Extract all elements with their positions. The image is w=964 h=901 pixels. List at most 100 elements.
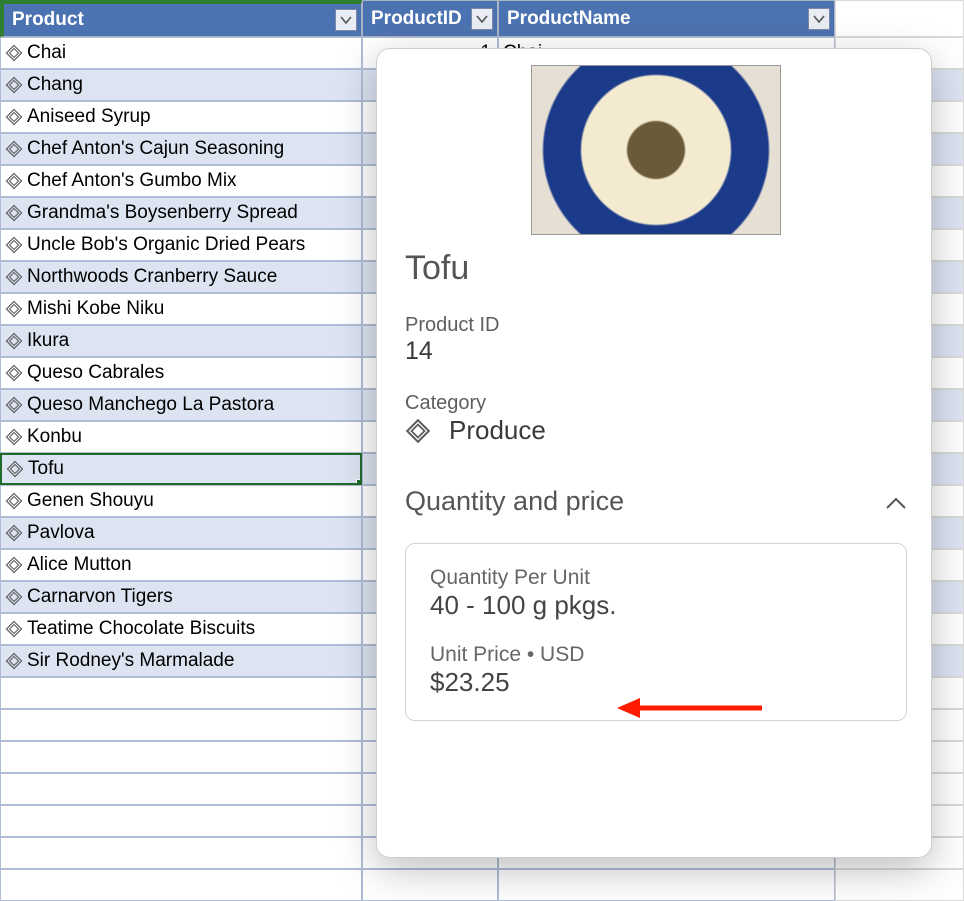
cell-product[interactable]: Tofu — [0, 453, 362, 485]
product-name: Ikura — [27, 330, 69, 352]
cell-product[interactable] — [0, 837, 362, 869]
datatype-icon — [5, 108, 23, 126]
cell-product[interactable]: Genen Shouyu — [0, 485, 362, 517]
datatype-icon — [6, 460, 24, 478]
card-title: Tofu — [405, 249, 907, 288]
datatype-icon — [405, 418, 431, 444]
product-name: Chang — [27, 74, 83, 96]
product-name: Grandma's Boysenberry Spread — [27, 202, 298, 224]
chevron-up-icon[interactable] — [885, 486, 907, 517]
product-name: Queso Manchego La Pastora — [27, 394, 274, 416]
datatype-icon — [5, 556, 23, 574]
cell-product[interactable] — [0, 741, 362, 773]
cell-product[interactable]: Chai — [0, 37, 362, 69]
datatype-icon — [5, 172, 23, 190]
datatype-icon — [5, 652, 23, 670]
data-type-card[interactable]: Tofu Product ID 14 Category Produce Quan… — [376, 48, 932, 858]
section-box: Quantity Per Unit 40 - 100 g pkgs. Unit … — [405, 543, 907, 721]
selection-fill-handle[interactable] — [356, 479, 362, 485]
cell-product[interactable]: Uncle Bob's Organic Dried Pears — [0, 229, 362, 261]
product-name: Chef Anton's Gumbo Mix — [27, 170, 237, 192]
filter-dropdown-icon[interactable] — [471, 8, 493, 30]
product-name: Pavlova — [27, 522, 95, 544]
datatype-icon — [5, 364, 23, 382]
product-name: Tofu — [28, 458, 64, 480]
category-value: Produce — [449, 415, 546, 446]
qpu-value: 40 - 100 g pkgs. — [430, 590, 882, 621]
cell-product[interactable]: Chef Anton's Gumbo Mix — [0, 165, 362, 197]
cell-product[interactable]: Queso Cabrales — [0, 357, 362, 389]
header-product-label: Product — [12, 9, 84, 31]
header-blank — [835, 0, 964, 37]
cell-product[interactable] — [0, 869, 362, 901]
cell-product[interactable]: Pavlova — [0, 517, 362, 549]
cell-product[interactable]: Alice Mutton — [0, 549, 362, 581]
product-name: Chef Anton's Cajun Seasoning — [27, 138, 284, 160]
datatype-icon — [5, 140, 23, 158]
cell-product[interactable]: Chef Anton's Cajun Seasoning — [0, 133, 362, 165]
datatype-icon — [5, 620, 23, 638]
cell-product[interactable]: Ikura — [0, 325, 362, 357]
cell-product[interactable]: Mishi Kobe Niku — [0, 293, 362, 325]
product-name: Genen Shouyu — [27, 490, 154, 512]
cell-productid[interactable] — [362, 869, 498, 901]
product-name: Chai — [27, 42, 66, 64]
datatype-icon — [5, 76, 23, 94]
product-id-label: Product ID — [405, 314, 907, 337]
datatype-icon — [5, 332, 23, 350]
datatype-icon — [5, 588, 23, 606]
category-label: Category — [405, 392, 907, 415]
table-header-row: Product ProductID ProductName — [0, 0, 964, 37]
filter-dropdown-icon[interactable] — [808, 8, 830, 30]
datatype-icon — [5, 428, 23, 446]
cell-productname[interactable] — [498, 869, 835, 901]
product-name: Carnarvon Tigers — [27, 586, 173, 608]
product-name: Aniseed Syrup — [27, 106, 151, 128]
datatype-icon — [5, 44, 23, 62]
header-product[interactable]: Product — [0, 0, 362, 37]
datatype-icon — [5, 492, 23, 510]
cell-product[interactable] — [0, 805, 362, 837]
product-id-value: 14 — [405, 337, 907, 366]
datatype-icon — [5, 524, 23, 542]
cell-product[interactable]: Grandma's Boysenberry Spread — [0, 197, 362, 229]
cell-product[interactable]: Teatime Chocolate Biscuits — [0, 613, 362, 645]
datatype-icon — [5, 204, 23, 222]
cell-product[interactable] — [0, 677, 362, 709]
header-productname[interactable]: ProductName — [498, 0, 835, 37]
cell-product[interactable]: Chang — [0, 69, 362, 101]
cell-blank[interactable] — [835, 869, 964, 901]
product-name: Northwoods Cranberry Sauce — [27, 266, 277, 288]
qpu-label: Quantity Per Unit — [430, 566, 882, 590]
cell-product[interactable]: Carnarvon Tigers — [0, 581, 362, 613]
cell-product[interactable]: Sir Rodney's Marmalade — [0, 645, 362, 677]
cell-product[interactable]: Aniseed Syrup — [0, 101, 362, 133]
product-name: Queso Cabrales — [27, 362, 164, 384]
cell-product[interactable] — [0, 709, 362, 741]
product-name: Uncle Bob's Organic Dried Pears — [27, 234, 305, 256]
datatype-icon — [5, 236, 23, 254]
card-image — [531, 65, 781, 235]
filter-dropdown-icon[interactable] — [335, 9, 357, 31]
product-name: Mishi Kobe Niku — [27, 298, 164, 320]
datatype-icon — [5, 300, 23, 318]
cell-product[interactable]: Northwoods Cranberry Sauce — [0, 261, 362, 293]
section-title: Quantity and price — [405, 486, 624, 517]
cell-product[interactable] — [0, 773, 362, 805]
product-name: Teatime Chocolate Biscuits — [27, 618, 255, 640]
unit-price-value: $23.25 — [430, 667, 882, 698]
table-row[interactable] — [0, 869, 964, 901]
product-name: Sir Rodney's Marmalade — [27, 650, 234, 672]
datatype-icon — [5, 396, 23, 414]
header-productid-label: ProductID — [371, 8, 462, 30]
datatype-icon — [5, 268, 23, 286]
section-quantity-price[interactable]: Quantity and price — [405, 486, 907, 517]
unit-price-label: Unit Price • USD — [430, 643, 882, 667]
product-name: Konbu — [27, 426, 82, 448]
category-row[interactable]: Produce — [405, 415, 907, 446]
cell-product[interactable]: Queso Manchego La Pastora — [0, 389, 362, 421]
cell-product[interactable]: Konbu — [0, 421, 362, 453]
header-productname-label: ProductName — [507, 8, 631, 30]
product-name: Alice Mutton — [27, 554, 132, 576]
header-productid[interactable]: ProductID — [362, 0, 498, 37]
